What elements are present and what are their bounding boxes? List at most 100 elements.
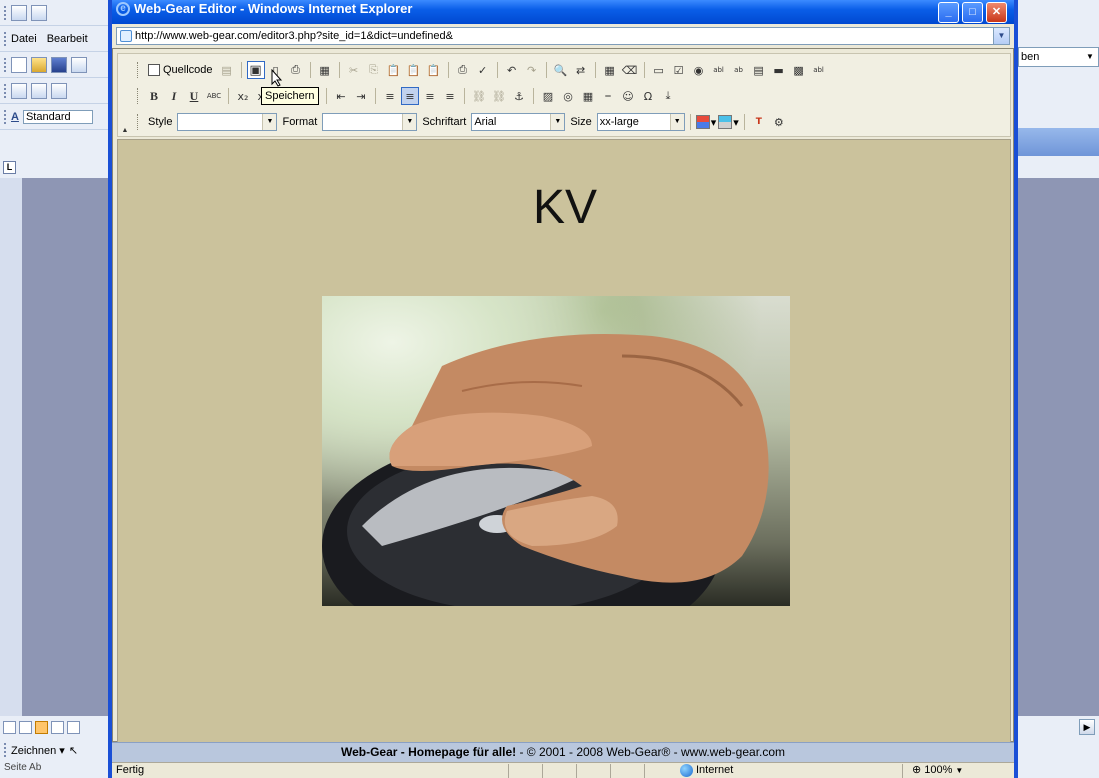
find-icon[interactable]: 🔍 — [552, 61, 570, 79]
table-icon[interactable]: ▦ — [579, 87, 597, 105]
word-horizontal-scrollbar[interactable]: ▶ — [1018, 716, 1099, 738]
align-justify-icon[interactable]: ≡ — [441, 87, 459, 105]
window-titlebar[interactable]: e Web-Gear Editor - Windows Internet Exp… — [112, 0, 1014, 24]
open-folder-icon[interactable] — [31, 56, 47, 73]
select-field-icon[interactable]: ▤ — [750, 61, 768, 79]
spelling-icon[interactable] — [11, 82, 27, 99]
text-color-button[interactable]: ▾ — [695, 115, 716, 129]
link-icon[interactable]: ⛓ — [470, 87, 488, 105]
menu-bearbeiten[interactable]: Bearbeit — [47, 33, 88, 45]
flash-icon[interactable]: ◎ — [559, 87, 577, 105]
print-preview-icon[interactable]: ⎙ — [287, 61, 305, 79]
chevron-down-icon[interactable]: ▼ — [550, 114, 565, 130]
subscript-icon[interactable]: x₂ — [234, 87, 252, 105]
collapse-toolbar-icon[interactable]: ▲ — [120, 126, 130, 136]
image-button-icon[interactable]: ▩ — [790, 61, 808, 79]
paste-text-icon[interactable]: 📋 — [405, 61, 423, 79]
underline-icon[interactable]: U — [185, 87, 203, 105]
select-all-icon[interactable]: ▦ — [601, 61, 619, 79]
print-view-icon[interactable] — [35, 720, 48, 734]
chevron-down-icon[interactable]: ▼ — [993, 28, 1009, 44]
security-zone[interactable]: Internet — [680, 763, 733, 778]
style-label: Style — [148, 116, 173, 128]
preview-icon[interactable]: ▤ — [218, 61, 236, 79]
source-code-button[interactable]: Quellcode — [145, 61, 216, 79]
editor-content-area[interactable]: KV — [117, 139, 1011, 745]
chevron-down-icon[interactable]: ▼ — [262, 114, 277, 130]
select-objects-icon[interactable]: ↖ — [69, 744, 78, 757]
form-icon[interactable]: ▭ — [650, 61, 668, 79]
outline-view-icon[interactable] — [51, 720, 64, 734]
edit2-icon[interactable] — [31, 4, 47, 21]
url-field[interactable]: http://www.web-gear.com/editor3.php?site… — [116, 27, 1010, 45]
minimize-button[interactable]: _ — [938, 2, 959, 23]
tab-stop-icon[interactable]: L — [3, 161, 16, 174]
textarea-icon[interactable]: ab — [730, 61, 748, 79]
reading-view-icon[interactable] — [67, 720, 80, 734]
strikethrough-icon[interactable]: ABC — [205, 87, 223, 105]
horizontal-rule-icon[interactable]: ⎯ — [599, 87, 617, 105]
align-center-icon[interactable]: ≡ — [401, 87, 419, 105]
italic-icon[interactable]: I — [165, 87, 183, 105]
scroll-right-icon[interactable]: ▶ — [1079, 719, 1095, 735]
save-icon[interactable] — [51, 56, 67, 73]
new-document-icon[interactable] — [11, 56, 27, 73]
font-select[interactable]: Arial ▼ — [471, 113, 566, 131]
normal-view-icon[interactable] — [3, 720, 16, 734]
copy-icon[interactable]: ⎘ — [365, 61, 383, 79]
special-char-icon[interactable]: Ω — [639, 87, 657, 105]
maximize-button[interactable]: □ — [962, 2, 983, 23]
anchor-icon[interactable]: ⚓ — [510, 87, 528, 105]
textfield-icon[interactable]: abl — [710, 61, 728, 79]
web-view-icon[interactable] — [19, 720, 32, 734]
hidden-field-icon[interactable]: abl — [810, 61, 828, 79]
templates-icon[interactable]: ▦ — [316, 61, 334, 79]
chevron-down-icon[interactable]: ▼ — [669, 114, 684, 130]
paste-icon[interactable]: 📋 — [385, 61, 403, 79]
chevron-down-icon[interactable]: ▼ — [402, 114, 417, 130]
align-right-icon[interactable]: ≡ — [421, 87, 439, 105]
edit-icon[interactable] — [11, 4, 27, 21]
show-blocks-icon[interactable]: ⚙ — [770, 113, 788, 131]
save-icon[interactable]: ▣ — [246, 61, 265, 79]
replace-icon[interactable]: ⇄ — [572, 61, 590, 79]
paste-word-icon[interactable]: 📋 — [425, 61, 443, 79]
bold-icon[interactable]: B — [145, 87, 163, 105]
outdent-icon[interactable]: ⇤ — [332, 87, 350, 105]
zoom-control[interactable]: ⊕ 100% ▼ — [912, 763, 963, 778]
align-left-icon[interactable]: ≡ — [381, 87, 399, 105]
mouse-hand-photo[interactable] — [322, 296, 790, 606]
word-drawing-toolbar: Zeichnen ▾ ↖ — [0, 738, 112, 762]
draw-button[interactable]: Zeichnen ▾ — [11, 744, 65, 757]
chevron-down-icon[interactable]: ▼ — [1082, 48, 1098, 66]
checkbox-icon[interactable]: ☑ — [670, 61, 688, 79]
permission-icon[interactable] — [71, 56, 87, 73]
bg-color-button[interactable]: ▾ — [718, 115, 739, 129]
smiley-icon[interactable]: ☺ — [619, 87, 637, 105]
image-icon[interactable]: ▨ — [539, 87, 557, 105]
undo-icon[interactable]: ↶ — [503, 61, 521, 79]
word-help-search-combo[interactable]: ben ▼ — [1018, 47, 1099, 67]
indent-icon[interactable]: ⇥ — [352, 87, 370, 105]
chevron-down-icon[interactable]: ▼ — [955, 763, 963, 778]
spellcheck-icon[interactable]: ✓ — [474, 61, 492, 79]
cut-icon[interactable]: ✂ — [345, 61, 363, 79]
remove-format-icon[interactable]: ⌫ — [621, 61, 639, 79]
format-select[interactable]: ▼ — [322, 113, 418, 131]
print-icon[interactable]: ⎙ — [454, 61, 472, 79]
button-field-icon[interactable]: ▬ — [770, 61, 788, 79]
close-button[interactable]: ✕ — [986, 2, 1007, 23]
maximize-editor-icon[interactable]: T — [750, 113, 768, 131]
separator — [643, 62, 645, 78]
radio-icon[interactable]: ◉ — [690, 61, 708, 79]
zone-label: Internet — [696, 764, 734, 776]
menu-datei[interactable]: Datei — [11, 33, 37, 45]
strikethrough-icon[interactable] — [51, 82, 67, 99]
unlink-icon[interactable]: ⛓ — [490, 87, 508, 105]
style-box[interactable]: Standard — [22, 109, 93, 124]
size-select[interactable]: xx-large ▼ — [596, 113, 685, 131]
style-select[interactable]: ▼ — [177, 113, 278, 131]
redo-icon[interactable]: ↷ — [523, 61, 541, 79]
page-break-icon[interactable]: ⤓ — [659, 87, 677, 105]
abc-icon[interactable] — [31, 82, 47, 99]
